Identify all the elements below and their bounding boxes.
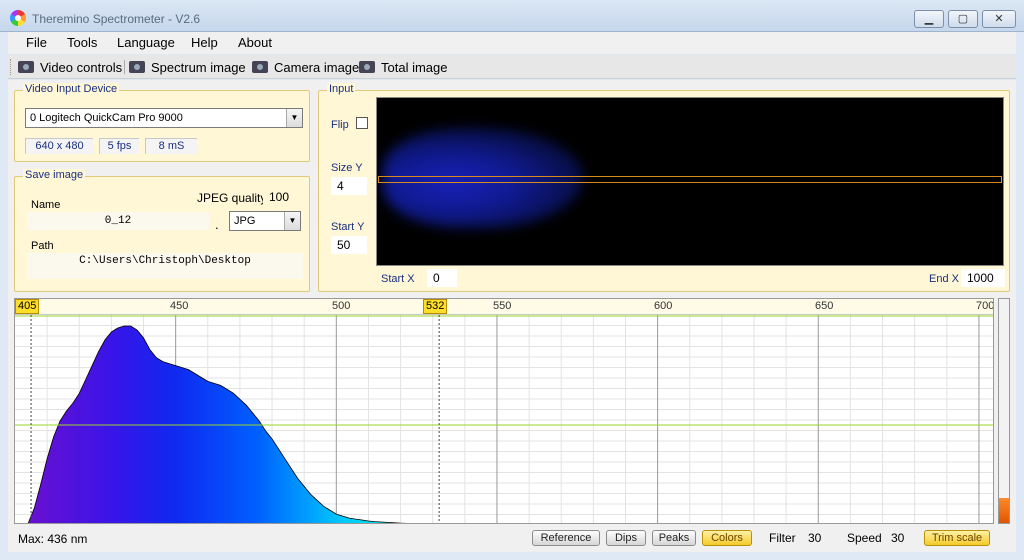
input-title: Input — [327, 83, 356, 95]
status-bar: Max: 436 nm Reference Dips Peaks Colors … — [8, 526, 1016, 552]
extension-dot: . — [215, 217, 219, 232]
window-title: Theremino Spectrometer - V2.6 — [32, 12, 201, 26]
jpeg-quality-label: JPEG quality — [197, 191, 267, 205]
video-camera-icon — [18, 61, 34, 73]
camera-icon — [129, 61, 145, 73]
path-label: Path — [31, 240, 54, 252]
level-meter — [998, 298, 1010, 524]
reference-button[interactable]: Reference — [532, 530, 600, 546]
image-format-select[interactable]: JPG ▼ — [229, 211, 301, 231]
scale-label: 500 — [332, 300, 351, 312]
scale-label: 600 — [654, 300, 673, 312]
spectrum-graph[interactable]: 450 500 550 600 650 700 405 532 — [14, 298, 994, 524]
toolbar-separator — [124, 60, 125, 74]
resolution-readout: 640 x 480 — [25, 138, 93, 154]
video-input-title: Video Input Device — [23, 83, 120, 95]
total-image-button[interactable]: Total image — [359, 58, 447, 76]
video-input-group: Video Input Device 0 Logitech QuickCam P… — [14, 83, 310, 162]
save-image-group: Save image JPEG quality 100 Name 0_12 . … — [14, 169, 310, 292]
flip-checkbox[interactable] — [356, 117, 368, 129]
wavelength-scale: 450 500 550 600 650 700 405 532 — [15, 299, 994, 315]
camera-icon — [359, 61, 375, 73]
spectrum-image-button[interactable]: Spectrum image — [129, 58, 246, 76]
speed-label: Speed — [847, 531, 882, 545]
colors-button[interactable]: Colors — [702, 530, 752, 546]
speed-value[interactable]: 30 — [891, 530, 904, 546]
menu-help[interactable]: Help — [191, 35, 218, 50]
fps-readout: 5 fps — [99, 138, 139, 154]
image-format-value: JPG — [234, 215, 256, 227]
total-image-label: Total image — [381, 59, 448, 75]
toolbar: Video controls Spectrum image Camera ima… — [8, 55, 1016, 79]
minimize-button[interactable]: ▁ — [914, 10, 944, 28]
menu-language[interactable]: Language — [117, 35, 175, 50]
chevron-down-icon[interactable]: ▼ — [286, 109, 302, 127]
close-button[interactable]: ✕ — [982, 10, 1016, 28]
menu-about[interactable]: About — [238, 35, 272, 50]
end-x-input[interactable]: 1000 — [961, 269, 1005, 287]
main-area: Video Input Device 0 Logitech QuickCam P… — [8, 80, 1016, 552]
peaks-button[interactable]: Peaks — [652, 530, 696, 546]
save-path-input[interactable]: C:\Users\Christoph\Desktop — [27, 253, 303, 279]
level-meter-fill — [999, 498, 1009, 523]
start-x-label: Start X — [381, 273, 415, 285]
start-y-input[interactable]: 50 — [331, 236, 367, 254]
video-controls-button[interactable]: Video controls — [18, 58, 122, 76]
scale-label: 550 — [493, 300, 512, 312]
scale-label: 700 — [976, 300, 994, 312]
menu-bar: File Tools Language Help About — [8, 32, 1016, 54]
start-y-label: Start Y — [331, 221, 365, 233]
scale-label: 450 — [170, 300, 189, 312]
size-y-label: Size Y — [331, 162, 363, 174]
spectrum-plot — [15, 315, 993, 523]
toolbar-grip[interactable] — [10, 59, 13, 75]
exposure-readout: 8 mS — [145, 138, 197, 154]
name-label: Name — [31, 199, 61, 211]
start-x-input[interactable]: 0 — [427, 269, 457, 287]
end-x-label: End X — [929, 273, 959, 285]
video-device-value: 0 Logitech QuickCam Pro 9000 — [30, 112, 183, 124]
camera-image-label: Camera image — [274, 59, 360, 75]
marker-left[interactable]: 405 — [15, 299, 40, 314]
size-y-input[interactable]: 4 — [331, 177, 367, 195]
dips-button[interactable]: Dips — [606, 530, 646, 546]
filter-label: Filter — [769, 531, 796, 545]
maximize-button[interactable]: ▢ — [948, 10, 978, 28]
selection-band[interactable] — [378, 176, 1002, 183]
marker-mid[interactable]: 532 — [423, 299, 448, 314]
camera-image-button[interactable]: Camera image — [252, 58, 359, 76]
video-device-select[interactable]: 0 Logitech QuickCam Pro 9000 ▼ — [25, 108, 303, 128]
title-bar: Theremino Spectrometer - V2.6 ▁ ▢ ✕ — [0, 0, 1024, 32]
scale-label: 650 — [815, 300, 834, 312]
camera-input-view[interactable] — [376, 97, 1004, 266]
filter-value[interactable]: 30 — [808, 530, 821, 546]
max-readout: Max: 436 nm — [18, 532, 88, 546]
camera-icon — [252, 61, 268, 73]
app-logo-icon — [10, 10, 26, 26]
trim-scale-button[interactable]: Trim scale — [924, 530, 990, 546]
file-name-input[interactable]: 0_12 — [27, 212, 209, 230]
chevron-down-icon[interactable]: ▼ — [284, 212, 300, 230]
menu-file[interactable]: File — [26, 35, 47, 50]
jpeg-quality-input[interactable]: 100 — [263, 188, 303, 206]
save-image-title: Save image — [23, 169, 86, 181]
spectrum-image-label: Spectrum image — [151, 59, 246, 75]
video-controls-label: Video controls — [40, 59, 123, 75]
flip-label: Flip — [331, 119, 349, 131]
menu-tools[interactable]: Tools — [67, 35, 97, 50]
input-group: Input Flip Size Y 4 Start Y 50 Start X 0… — [318, 83, 1010, 292]
